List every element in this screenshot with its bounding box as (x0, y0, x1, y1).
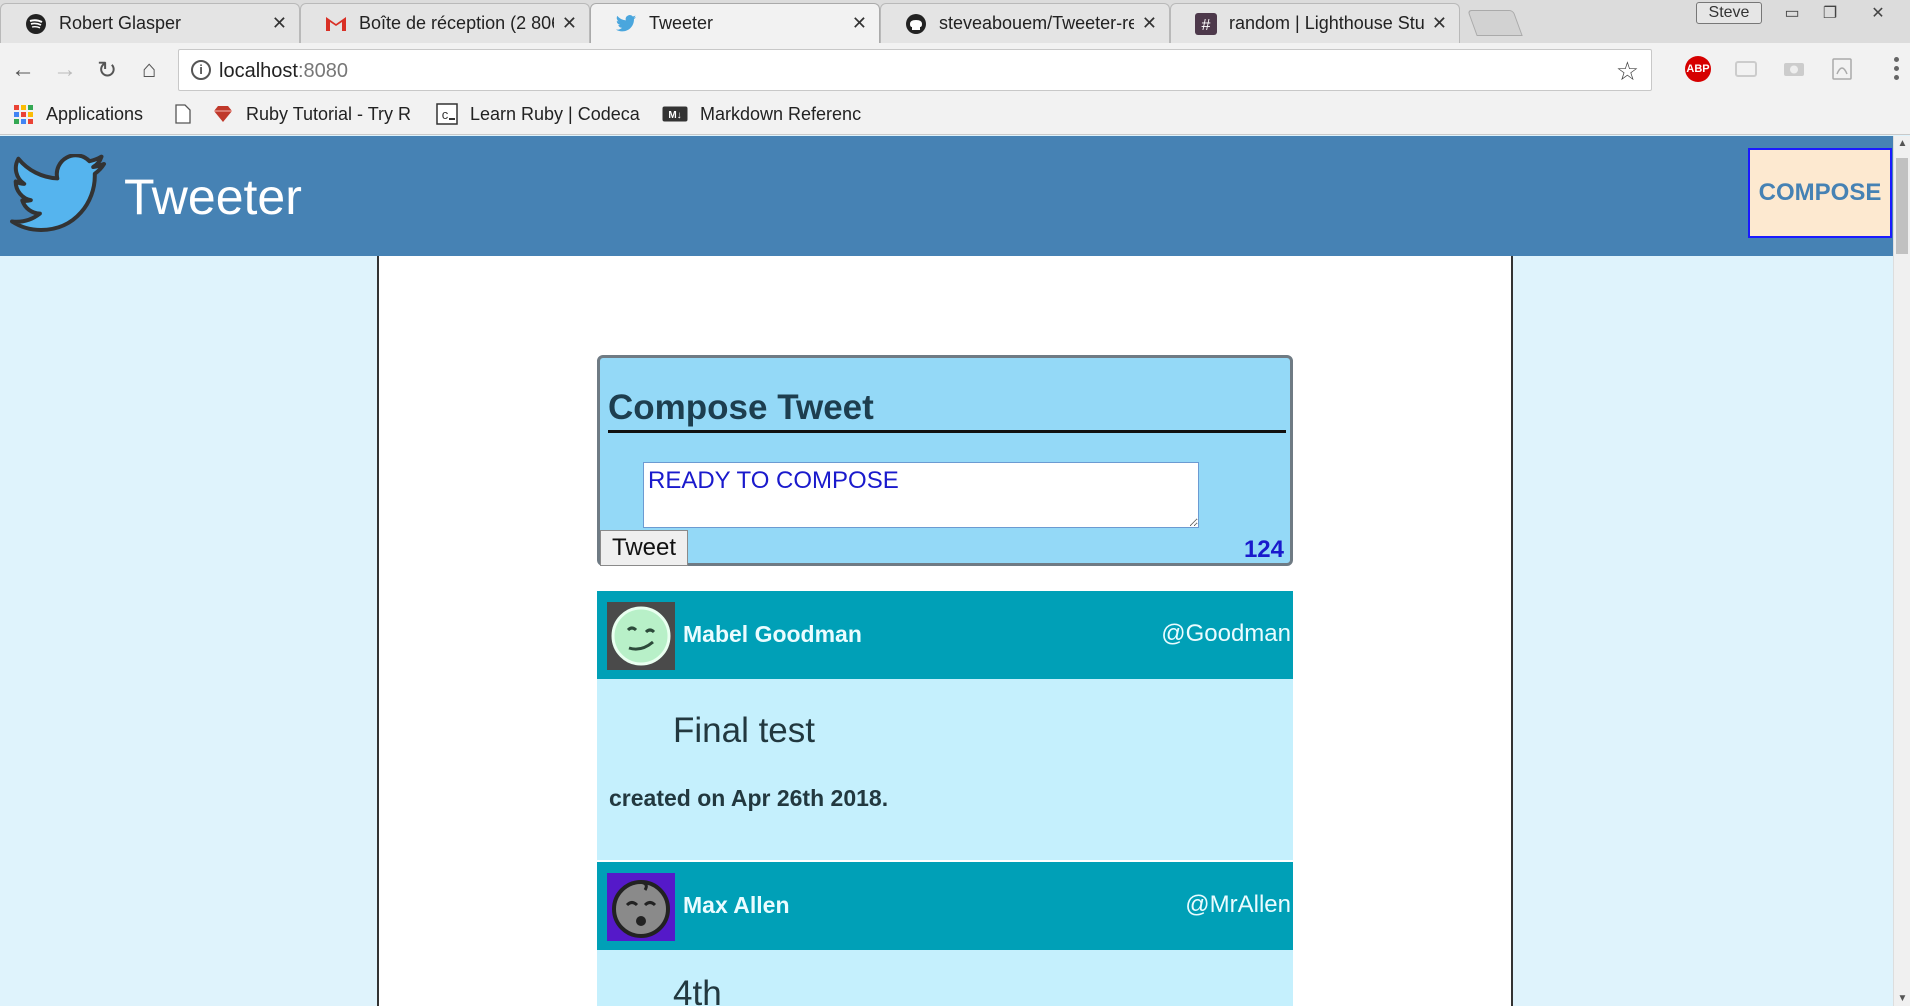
forward-arrow-icon[interactable]: → (48, 53, 82, 87)
profile-button[interactable]: Steve (1696, 2, 1762, 24)
tweet-text: 4th (673, 974, 722, 1006)
scroll-down-icon[interactable]: ▼ (1894, 993, 1910, 1004)
close-icon[interactable]: ✕ (272, 13, 287, 34)
bookmark-star-icon[interactable]: ☆ (1616, 56, 1639, 87)
tab-title: Boîte de réception (2 806 (359, 13, 554, 33)
tweet-submit-button[interactable]: Tweet (600, 530, 688, 566)
tweet-author-name: Mabel Goodman (683, 621, 862, 647)
window-close-icon[interactable]: ✕ (1858, 0, 1898, 26)
markdown-icon: M↓ (662, 103, 688, 125)
tweet-text: Final test (673, 711, 815, 750)
app-header: Tweeter COMPOSE (0, 136, 1893, 256)
tab-strip: Robert Glasper ✕ Boîte de réception (2 8… (0, 0, 1910, 43)
close-icon[interactable]: ✕ (562, 13, 577, 34)
reload-icon[interactable]: ↻ (90, 53, 124, 87)
bookmark-ruby-tutorial[interactable]: Ruby Tutorial - Try R (212, 103, 418, 125)
close-icon[interactable]: ✕ (852, 13, 867, 34)
svg-text:c: c (442, 107, 449, 122)
browser-toolbar: ← → ↻ ⌂ i localhost:8080 ☆ ABP (0, 43, 1910, 97)
restore-icon[interactable]: ❐ (1810, 0, 1850, 26)
apps-grid-icon (12, 103, 34, 125)
tab-github[interactable]: steveabouem/Tweeter-re ✕ (880, 3, 1170, 43)
codecademy-icon: c (436, 103, 458, 125)
bookmark-label: Markdown Referenc (700, 103, 862, 124)
bookmarks-bar: Applications Ruby Tutorial - Try R c Lea… (0, 97, 1910, 135)
compose-tweet-form: Compose Tweet READY TO COMPOSE Tweet 124 (597, 355, 1293, 566)
main-container: Compose Tweet READY TO COMPOSE Tweet 124… (377, 256, 1513, 1006)
home-icon[interactable]: ⌂ (132, 53, 166, 87)
close-icon[interactable]: ✕ (1432, 13, 1447, 34)
tab-title: Robert Glasper (59, 13, 182, 33)
bookmark-codecademy[interactable]: c Learn Ruby | Codeca (436, 103, 644, 125)
bookmark-label: Learn Ruby | Codeca (470, 103, 640, 124)
tweet-author-handle: @MrAllen (1185, 891, 1291, 918)
tweet-author-name: Max Allen (683, 892, 790, 918)
back-arrow-icon[interactable]: ← (6, 53, 40, 87)
bookmark-markdown[interactable]: M↓ Markdown Referenc (662, 103, 872, 125)
page-scrollbar[interactable]: ▲ ▼ (1893, 136, 1910, 1006)
new-tab-button[interactable] (1467, 10, 1523, 36)
gmail-icon (325, 13, 347, 35)
twitter-bird-logo-icon (10, 154, 106, 233)
tweet-header: Mabel Goodman @Goodman (597, 591, 1293, 679)
scroll-up-icon[interactable]: ▲ (1894, 138, 1910, 149)
slack-icon: # (1195, 12, 1217, 35)
bookmark-label: Ruby Tutorial - Try R (246, 103, 412, 124)
url-text[interactable]: localhost:8080 (219, 60, 348, 83)
tab-robert-glasper[interactable]: Robert Glasper ✕ (0, 3, 300, 43)
tweet-date: created on Apr 26th 2018. (609, 785, 889, 811)
address-bar[interactable]: i localhost:8080 ☆ (178, 49, 1652, 91)
svg-text:#: # (1202, 17, 1211, 34)
page-icon (172, 103, 194, 125)
adblock-plus-icon[interactable]: ABP (1684, 55, 1712, 83)
tweet-author-handle: @Goodman (1161, 620, 1291, 647)
compose-heading: Compose Tweet (608, 388, 1286, 433)
scrollbar-thumb[interactable] (1896, 158, 1908, 254)
tweet-textarea[interactable]: READY TO COMPOSE (643, 462, 1199, 528)
character-counter: 124 (1243, 536, 1284, 563)
app-title: Tweeter (124, 169, 302, 225)
camera-extension-icon[interactable] (1780, 55, 1808, 83)
tab-tweeter[interactable]: Tweeter ✕ (590, 3, 880, 43)
minimize-icon[interactable]: ▭ (1772, 0, 1812, 26)
twitter-icon (615, 13, 637, 35)
extension-icon[interactable] (1732, 55, 1760, 83)
tab-title: random | Lighthouse Stuc (1229, 13, 1424, 33)
avatar (607, 873, 675, 941)
info-icon[interactable]: i (191, 60, 211, 80)
browser-menu-icon[interactable] (1894, 57, 1900, 80)
tweet-card: Mabel Goodman @Goodman Final test create… (597, 591, 1293, 860)
close-icon[interactable]: ✕ (1142, 13, 1157, 34)
tweet-header: Max Allen @MrAllen (597, 862, 1293, 950)
bookmark-applications[interactable]: Applications (12, 103, 143, 125)
tab-title: steveabouem/Tweeter-re (939, 13, 1134, 33)
spotify-icon (25, 13, 47, 35)
compose-toggle-button[interactable]: COMPOSE (1748, 148, 1892, 238)
bookmark-page[interactable] (172, 103, 206, 125)
tab-slack[interactable]: # random | Lighthouse Stuc ✕ (1170, 3, 1460, 43)
avatar (607, 602, 675, 670)
pdf-extension-icon[interactable] (1828, 55, 1856, 83)
tweet-card: Max Allen @MrAllen 4th (597, 862, 1293, 1006)
github-icon (905, 13, 927, 35)
tab-gmail[interactable]: Boîte de réception (2 806 ✕ (300, 3, 590, 43)
svg-text:M↓: M↓ (668, 110, 681, 121)
tab-title: Tweeter (649, 13, 714, 33)
ruby-icon (212, 103, 234, 125)
bookmark-label: Applications (46, 103, 144, 124)
